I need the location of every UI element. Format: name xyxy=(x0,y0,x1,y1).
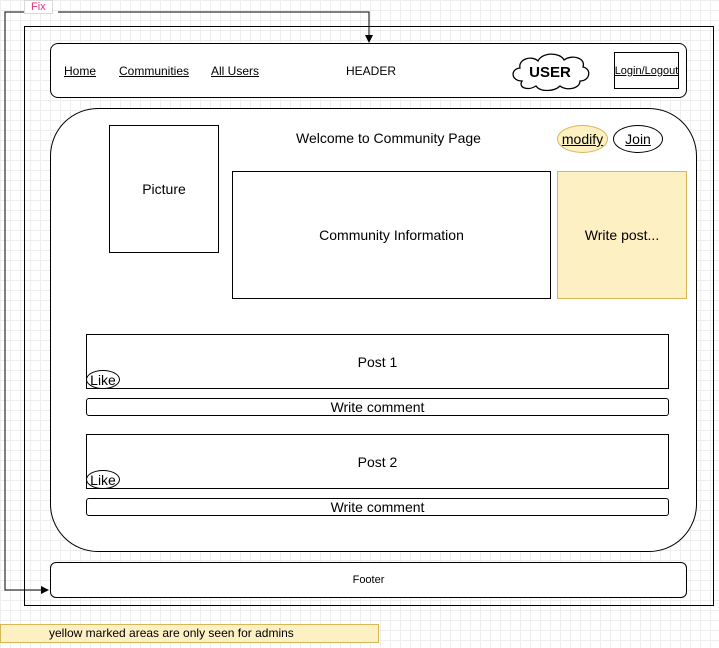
header-title: HEADER xyxy=(346,64,397,78)
picture-placeholder: Picture xyxy=(109,125,219,253)
join-button[interactable]: Join xyxy=(613,125,663,153)
modify-button[interactable]: modify xyxy=(557,125,608,153)
post-card: Post 2 xyxy=(86,434,669,489)
write-comment-input[interactable]: Write comment xyxy=(86,498,669,516)
community-information: Community Information xyxy=(232,171,551,299)
write-comment-input[interactable]: Write comment xyxy=(86,398,669,416)
nav-link-communities[interactable]: Communities xyxy=(119,64,189,78)
write-post-input[interactable]: Write post... xyxy=(557,171,687,299)
footer-bar: Footer xyxy=(50,562,687,598)
welcome-title: Welcome to Community Page xyxy=(296,130,481,146)
like-button[interactable]: Like xyxy=(86,470,120,489)
header-bar: Home Communities All Users HEADER USER L… xyxy=(50,43,687,98)
post-card: Post 1 xyxy=(86,334,669,389)
admin-note: yellow marked areas are only seen for ad… xyxy=(0,624,379,643)
nav-link-all-users[interactable]: All Users xyxy=(211,64,259,78)
fix-label: Fix xyxy=(24,0,53,14)
login-logout-button[interactable]: Login/Logout xyxy=(614,52,679,89)
like-button[interactable]: Like xyxy=(86,370,120,389)
nav-link-home[interactable]: Home xyxy=(64,64,96,78)
user-button[interactable]: USER xyxy=(508,51,592,93)
